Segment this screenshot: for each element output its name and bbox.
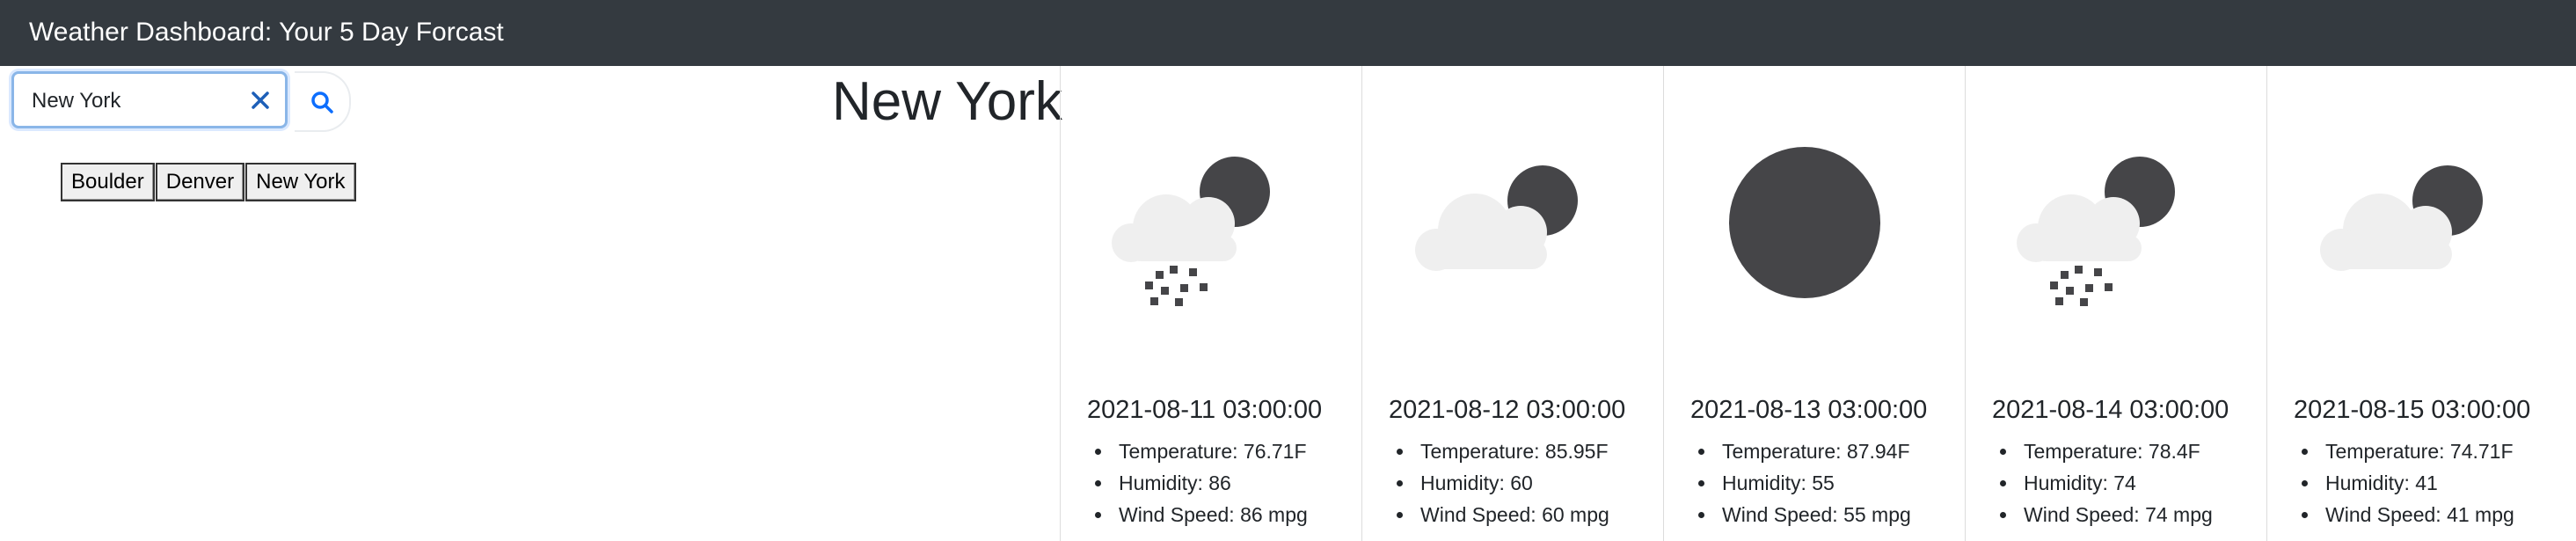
forecast-card: 2021-08-11 03:00:00 Temperature: 76.71F … <box>1060 66 1361 541</box>
history-button-boulder[interactable]: Boulder <box>61 163 155 201</box>
search-button[interactable] <box>295 71 351 132</box>
humidity-item: Humidity: 86 <box>1113 467 1308 499</box>
forecast-details: Temperature: 74.71F Humidity: 41 Wind Sp… <box>2294 435 2514 530</box>
search-bar <box>11 71 351 132</box>
app-title: Weather Dashboard: Your 5 Day Forcast <box>29 18 504 47</box>
wind-speed-item: Wind Speed: 86 mpg <box>1113 499 1308 530</box>
search-input-box[interactable] <box>11 71 288 128</box>
forecast-date: 2021-08-12 03:00:00 <box>1389 396 1626 424</box>
temperature-item: Temperature: 87.94F <box>1717 435 1911 467</box>
weather-icon-holder <box>1105 125 1298 318</box>
forecast-card: 2021-08-15 03:00:00 Temperature: 74.71F … <box>2266 66 2568 541</box>
forecast-cards: 2021-08-11 03:00:00 Temperature: 76.71F … <box>1060 66 2568 541</box>
forecast-card: 2021-08-14 03:00:00 Temperature: 78.4F H… <box>1965 66 2266 541</box>
history-button-new-york[interactable]: New York <box>245 163 356 201</box>
full-moon-icon <box>1729 147 1880 298</box>
humidity-item: Humidity: 41 <box>2320 467 2514 499</box>
forecast-card: 2021-08-12 03:00:00 Temperature: 85.95F … <box>1361 66 1663 541</box>
search-icon <box>311 91 333 113</box>
forecast-card: 2021-08-13 03:00:00 Temperature: 87.94F … <box>1663 66 1965 541</box>
weather-icon-holder <box>1708 125 1901 318</box>
forecast-details: Temperature: 87.94F Humidity: 55 Wind Sp… <box>1690 435 1911 530</box>
search-history: Boulder Denver New York <box>61 163 357 201</box>
top-navbar: Weather Dashboard: Your 5 Day Forcast <box>0 0 2576 66</box>
forecast-date: 2021-08-11 03:00:00 <box>1087 396 1323 424</box>
humidity-item: Humidity: 55 <box>1717 467 1911 499</box>
forecast-date: 2021-08-15 03:00:00 <box>2294 396 2531 424</box>
humidity-item: Humidity: 74 <box>2018 467 2213 499</box>
forecast-date: 2021-08-14 03:00:00 <box>1992 396 2229 424</box>
cloud-moon-snow-icon <box>2017 157 2175 306</box>
wind-speed-item: Wind Speed: 60 mpg <box>1415 499 1609 530</box>
temperature-item: Temperature: 85.95F <box>1415 435 1609 467</box>
weather-icon-holder <box>2311 125 2505 318</box>
wind-speed-item: Wind Speed: 41 mpg <box>2320 499 2514 530</box>
temperature-item: Temperature: 76.71F <box>1113 435 1308 467</box>
forecast-date: 2021-08-13 03:00:00 <box>1690 396 1928 424</box>
history-button-denver[interactable]: Denver <box>155 163 245 201</box>
forecast-details: Temperature: 85.95F Humidity: 60 Wind Sp… <box>1389 435 1609 530</box>
weather-icon-holder <box>2010 125 2203 318</box>
close-icon <box>252 91 269 109</box>
temperature-item: Temperature: 78.4F <box>2018 435 2213 467</box>
clear-search-button[interactable] <box>244 84 276 116</box>
wind-speed-item: Wind Speed: 55 mpg <box>1717 499 1911 530</box>
forecast-details: Temperature: 76.71F Humidity: 86 Wind Sp… <box>1087 435 1308 530</box>
current-city-title: New York <box>832 71 1062 132</box>
search-input[interactable] <box>30 81 236 121</box>
wind-speed-item: Wind Speed: 74 mpg <box>2018 499 2213 530</box>
weather-icon-holder <box>1406 125 1600 318</box>
cloud-moon-icon <box>1415 165 1578 271</box>
forecast-details: Temperature: 78.4F Humidity: 74 Wind Spe… <box>1992 435 2213 530</box>
cloud-moon-icon <box>2320 165 2483 271</box>
temperature-item: Temperature: 74.71F <box>2320 435 2514 467</box>
cloud-moon-snow-icon <box>1112 157 1270 306</box>
humidity-item: Humidity: 60 <box>1415 467 1609 499</box>
